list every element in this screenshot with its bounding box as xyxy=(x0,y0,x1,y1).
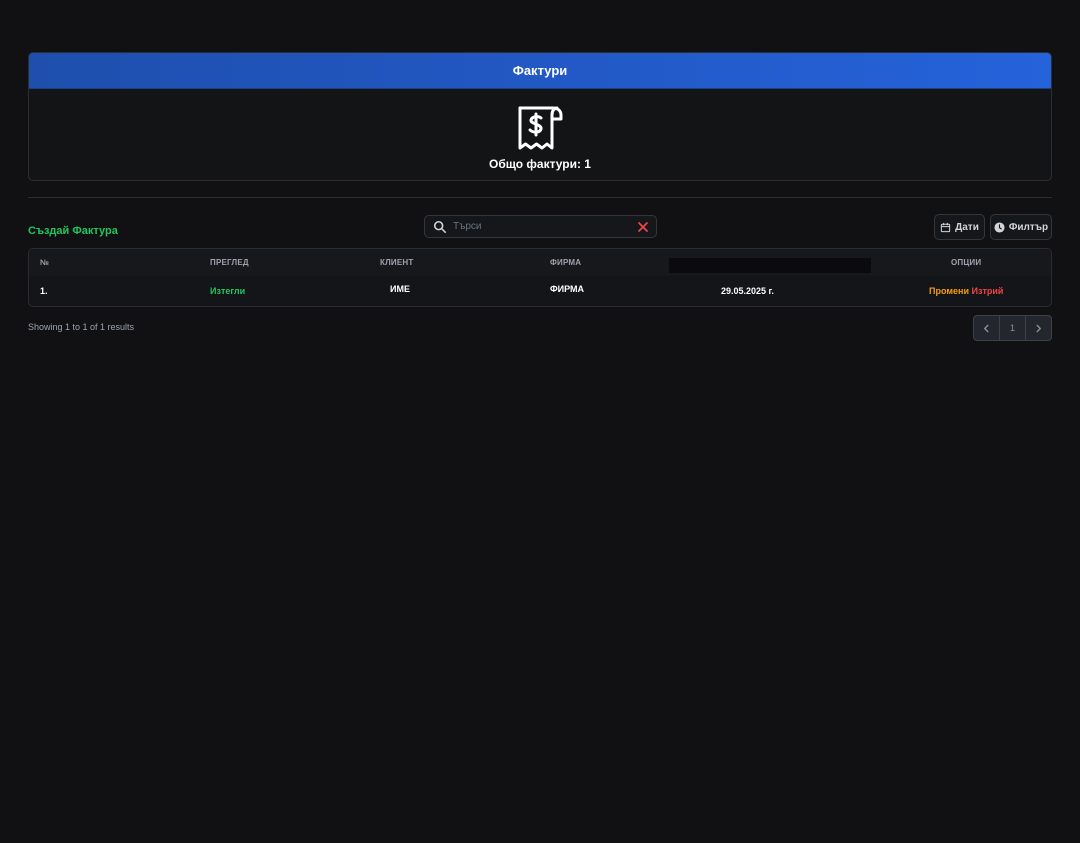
column-header-view: ПРЕГЛЕД xyxy=(210,258,249,267)
cell-client: ИМЕ xyxy=(390,284,410,294)
table-row: 1. Изтегли ИМЕ ФИРМА 29.05.2025 г. Проме… xyxy=(29,276,1051,306)
section-divider xyxy=(28,197,1052,198)
invoices-summary-card: Фактури Общо фактури: 1 xyxy=(28,52,1052,181)
delete-button[interactable]: Изтрий xyxy=(972,286,1004,296)
page-title: Фактури xyxy=(29,53,1051,89)
page-number-button[interactable]: 1 xyxy=(999,316,1025,340)
download-link[interactable]: Изтегли xyxy=(210,286,245,296)
column-header-options: ОПЦИИ xyxy=(951,258,982,267)
column-header-date-redacted xyxy=(669,258,871,273)
clock-icon xyxy=(994,221,1005,233)
search-box xyxy=(424,215,657,238)
chevron-left-icon xyxy=(984,324,989,332)
column-header-number: № xyxy=(40,258,50,267)
calendar-icon xyxy=(940,222,951,232)
summary-body: Общо фактури: 1 xyxy=(29,89,1051,171)
cell-company: ФИРМА xyxy=(550,284,585,294)
filter-button[interactable]: Филтър xyxy=(990,214,1052,240)
cell-date: 29.05.2025 г. xyxy=(721,286,774,296)
clear-search-icon[interactable] xyxy=(637,221,649,233)
dates-button[interactable]: Дати xyxy=(934,214,985,240)
column-header-company: ФИРМА xyxy=(550,258,582,267)
search-input[interactable] xyxy=(453,221,637,232)
column-header-client: КЛИЕНТ xyxy=(380,258,414,267)
table-header: № ПРЕГЛЕД КЛИЕНТ ФИРМА ОПЦИИ xyxy=(29,249,1051,276)
cell-options: Промени Изтрий xyxy=(929,286,1003,296)
search-icon xyxy=(433,220,447,233)
cell-number: 1. xyxy=(40,286,48,296)
create-invoice-button[interactable]: Създай Фактура xyxy=(28,225,118,237)
chevron-right-icon xyxy=(1036,324,1041,332)
total-invoices-label: Общо фактури: 1 xyxy=(489,157,591,171)
pagination-summary: Showing 1 to 1 of 1 results xyxy=(28,322,135,332)
previous-page-button[interactable] xyxy=(974,316,999,340)
edit-button[interactable]: Промени xyxy=(929,286,969,296)
pagination: 1 xyxy=(973,315,1052,341)
receipt-dollar-icon xyxy=(518,106,563,150)
dates-button-label: Дати xyxy=(955,221,979,233)
invoices-table: № ПРЕГЛЕД КЛИЕНТ ФИРМА ОПЦИИ 1. Изтегли … xyxy=(28,248,1052,307)
next-page-button[interactable] xyxy=(1025,316,1051,340)
filter-button-label: Филтър xyxy=(1008,221,1049,233)
